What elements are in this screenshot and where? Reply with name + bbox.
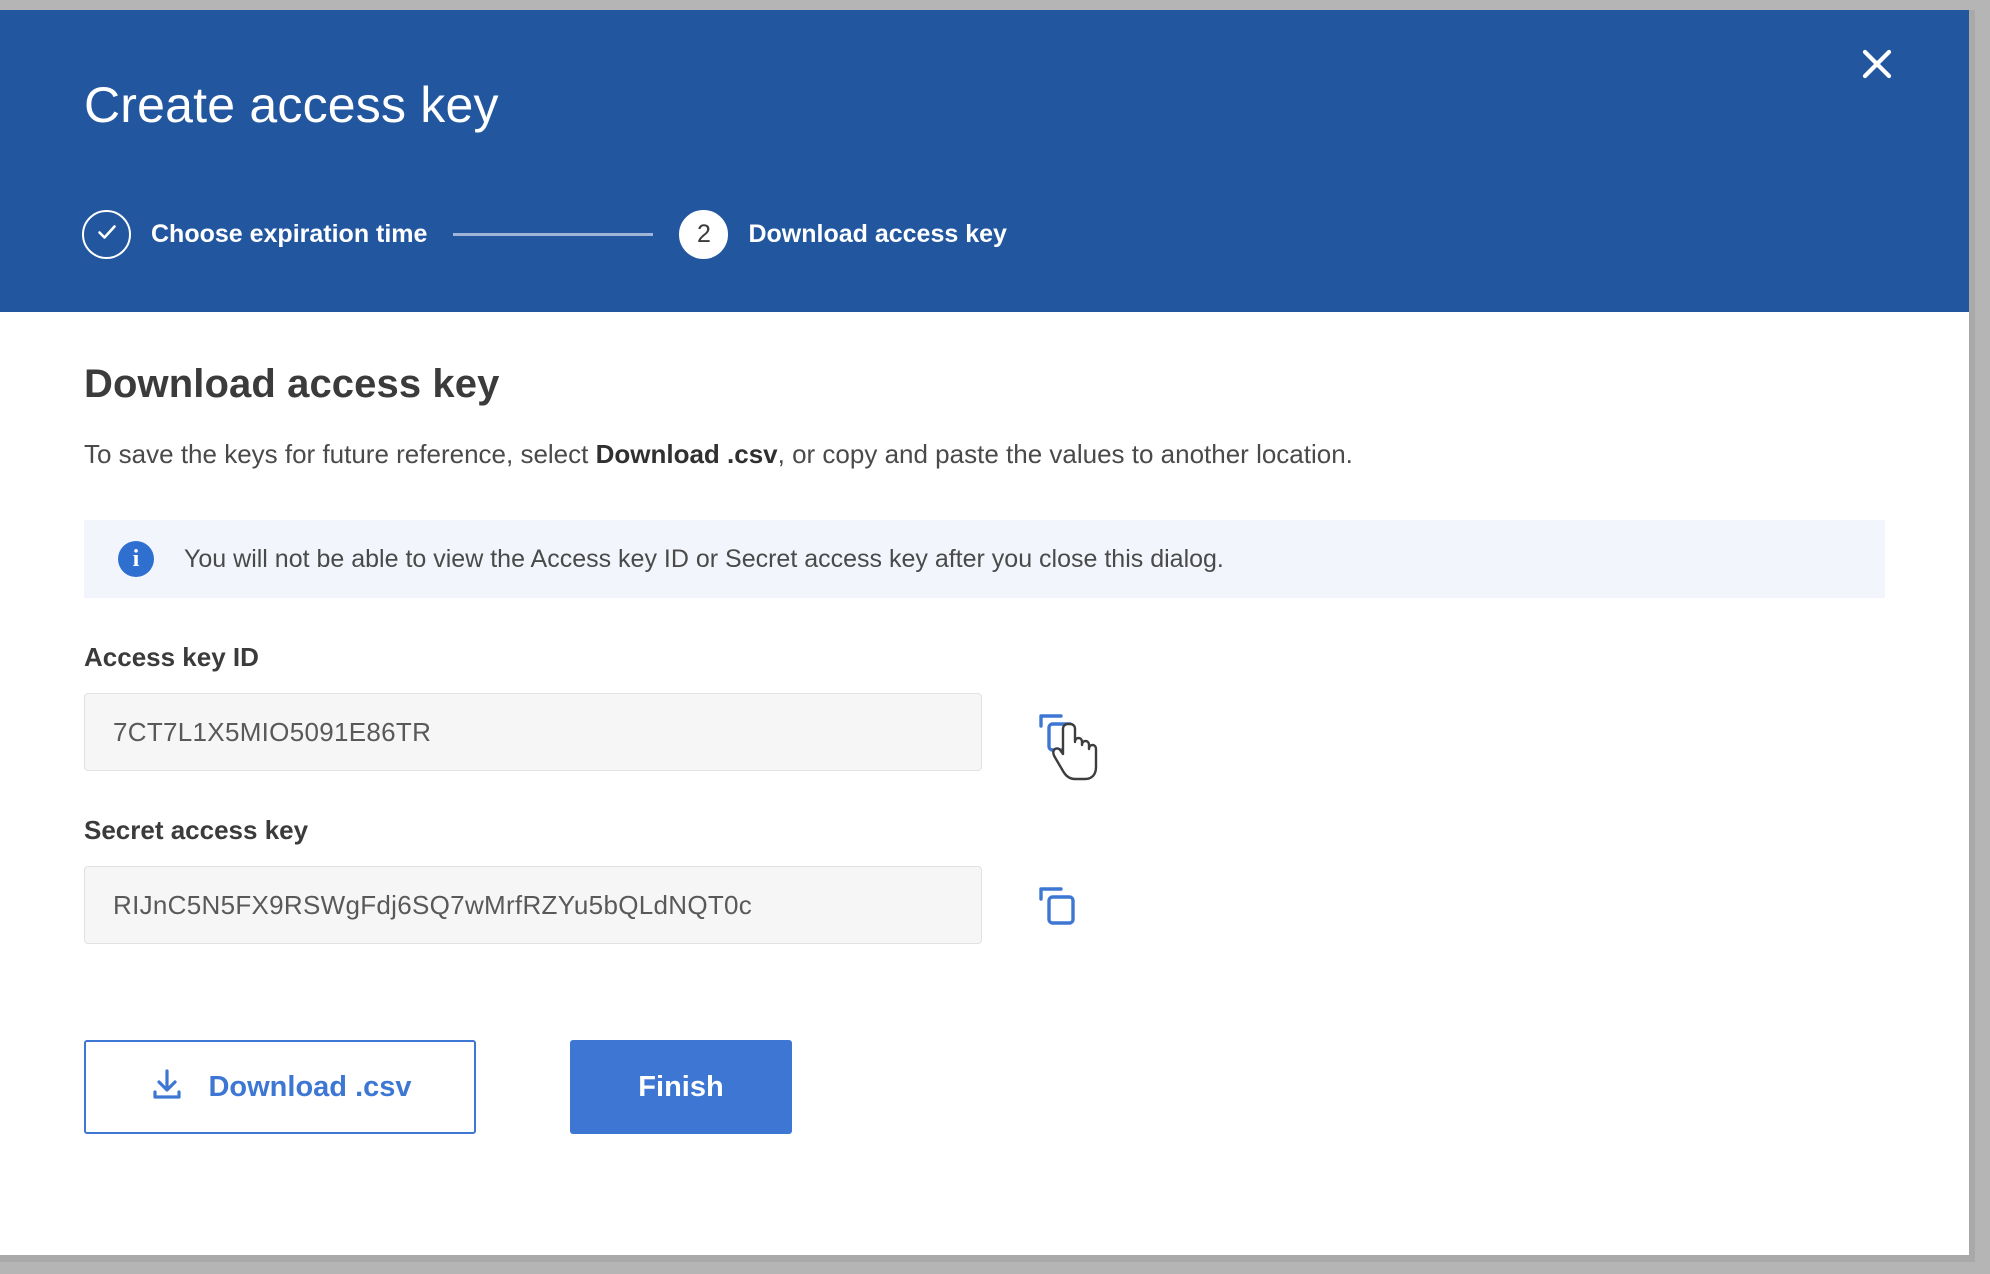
dialog-actions: Download .csv Finish: [84, 1040, 1885, 1194]
check-icon: [93, 218, 121, 251]
section-description: To save the keys for future reference, s…: [84, 407, 1885, 472]
description-text-before: To save the keys for future reference, s…: [84, 439, 596, 469]
stepper-step-download-access-key[interactable]: 2 Download access key: [679, 209, 1007, 259]
secret-access-key-row: RIJnC5N5FX9RSWgFdj6SQ7wMrfRZYu5bQLdNQT0c: [84, 866, 1885, 945]
dialog-body: Download access key To save the keys for…: [0, 312, 1969, 1195]
access-key-id-row: 7CT7L1X5MIO5091E86TR: [84, 693, 1885, 781]
secret-access-key-label: Secret access key: [84, 815, 309, 846]
close-button[interactable]: [1849, 36, 1905, 92]
info-icon-glyph: i: [132, 545, 140, 572]
copy-icon: [1034, 882, 1080, 928]
secret-access-key-input[interactable]: RIJnC5N5FX9RSWgFdj6SQ7wMrfRZYu5bQLdNQT0c: [84, 866, 982, 945]
description-text-after: , or copy and paste the values to anothe…: [777, 439, 1353, 469]
stepper-step-label-1: Choose expiration time: [151, 219, 428, 248]
stepper-step-label-2: Download access key: [748, 219, 1007, 248]
dialog-header: Create access key Choose expiration time: [0, 10, 1969, 312]
field-access-key-id: Access key ID 7CT7L1X5MIO5091E86TR: [84, 642, 1885, 781]
copy-access-key-id-button[interactable]: [1030, 705, 1098, 781]
finish-label: Finish: [638, 1070, 724, 1103]
step-marker-current: 2: [679, 209, 729, 259]
step-marker-completed: [82, 209, 131, 259]
copy-icon: [1034, 709, 1080, 755]
create-access-key-dialog: Create access key Choose expiration time: [0, 10, 1975, 1262]
dialog-title: Create access key: [84, 77, 499, 133]
download-csv-button[interactable]: Download .csv: [84, 1040, 476, 1135]
stepper-connector: [453, 232, 654, 236]
copy-secret-access-key-button[interactable]: [1030, 878, 1084, 932]
description-emphasis: Download .csv: [595, 439, 778, 469]
finish-button[interactable]: Finish: [570, 1040, 792, 1135]
stepper-step-choose-expiration-time[interactable]: Choose expiration time: [82, 209, 428, 259]
access-key-id-input[interactable]: 7CT7L1X5MIO5091E86TR: [84, 693, 982, 772]
info-alert: i You will not be able to view the Acces…: [84, 520, 1885, 599]
info-alert-text: You will not be able to view the Access …: [184, 544, 1224, 573]
download-icon: [148, 1066, 186, 1109]
field-secret-access-key: Secret access key RIJnC5N5FX9RSWgFdj6SQ7…: [84, 815, 1885, 945]
close-icon: [1857, 44, 1897, 84]
access-key-id-label: Access key ID: [84, 642, 259, 673]
step-number-2: 2: [697, 219, 711, 248]
screen: Create access key Choose expiration time: [0, 0, 1990, 1274]
download-csv-label: Download .csv: [208, 1070, 412, 1103]
stepper: Choose expiration time 2 Download access…: [82, 206, 1007, 262]
page-title: Download access key: [84, 362, 500, 406]
info-icon: i: [118, 541, 154, 578]
